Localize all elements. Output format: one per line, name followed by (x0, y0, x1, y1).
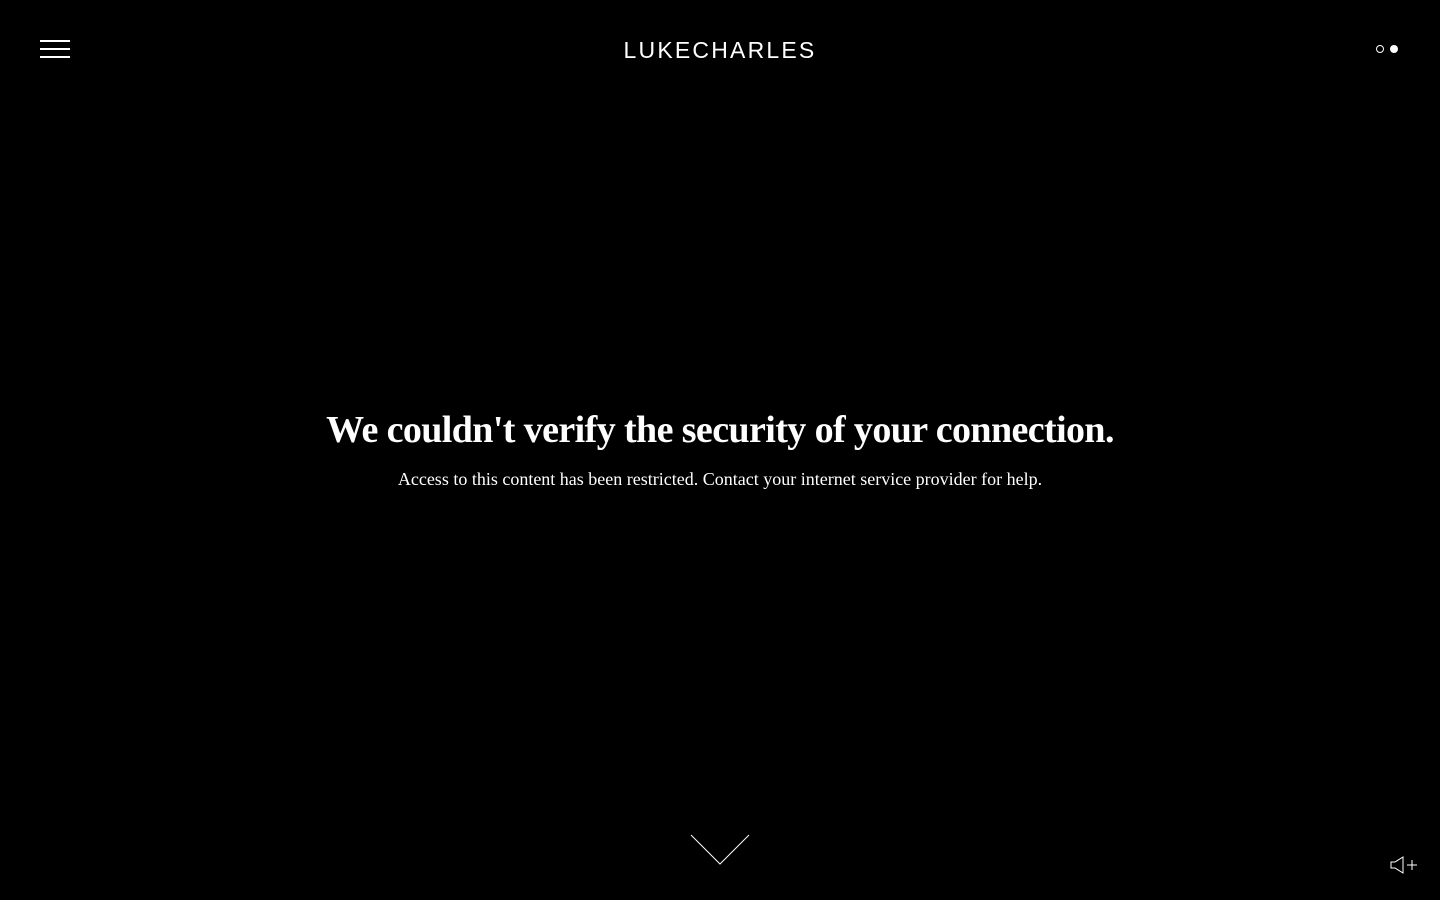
theme-toggle-button[interactable] (1375, 44, 1401, 56)
speaker-plus-icon (1390, 856, 1417, 874)
page-title: We couldn't verify the security of your … (326, 409, 1114, 451)
page: LUKECHARLES We couldn't verify the secur… (0, 0, 1440, 900)
restriction-description: Access to this content has been restrict… (397, 469, 1043, 489)
sound-toggle-button[interactable] (1389, 855, 1419, 875)
restriction-message: We couldn't verify the security of your … (0, 404, 1440, 491)
chevron-down-icon (690, 834, 750, 865)
site-logo[interactable]: LUKECHARLES (0, 36, 1440, 64)
dark-mode-dot-icon (1390, 45, 1398, 53)
scroll-down-button[interactable] (689, 832, 751, 868)
light-mode-dot-icon (1376, 45, 1384, 53)
